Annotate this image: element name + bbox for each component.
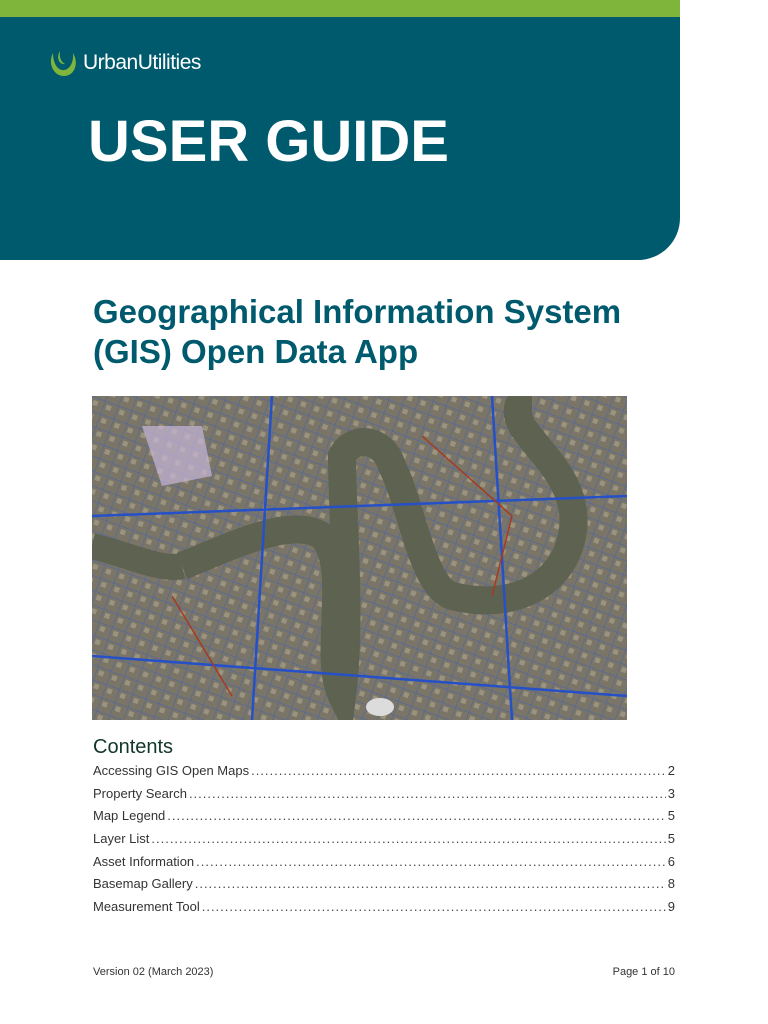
toc-entry-page: 8 xyxy=(667,876,675,892)
toc-entry[interactable]: Asset Information 6 xyxy=(93,850,675,873)
toc-entry-page: 5 xyxy=(667,808,675,824)
urban-utilities-logo: UrbanUtilities xyxy=(47,47,201,79)
toc-entry-page: 2 xyxy=(667,762,675,778)
toc-entry-page: 5 xyxy=(667,830,675,846)
toc-leader-dots xyxy=(195,876,666,891)
toc-entry-page: 6 xyxy=(667,853,675,869)
toc-entry-label[interactable]: Asset Information xyxy=(93,854,194,869)
toc-leader-dots xyxy=(167,808,665,823)
toc-leader-dots xyxy=(196,854,666,869)
header-title: USER GUIDE xyxy=(88,109,449,174)
contents-heading: Contents xyxy=(93,736,174,758)
logo-text-bold: Urban xyxy=(83,51,138,74)
toc-entry-page: 3 xyxy=(667,785,675,801)
toc-entry-label[interactable]: Measurement Tool xyxy=(93,899,200,914)
table-of-contents: Accessing GIS Open Maps 2 Property Search 3… xyxy=(93,759,675,918)
accent-strip xyxy=(0,0,680,17)
toc-leader-dots xyxy=(151,831,665,846)
title-line-1: Geographical Information System xyxy=(93,293,622,330)
toc-entry-label[interactable]: Accessing GIS Open Maps xyxy=(93,763,249,778)
toc-entry-label[interactable]: Layer List xyxy=(93,831,149,846)
toc-entry-label[interactable]: Map Legend xyxy=(93,808,165,823)
logo-text-light: Utilities xyxy=(137,51,202,74)
toc-leader-dots xyxy=(189,786,666,801)
document-title: Geographical Information System (GIS) Op… xyxy=(93,292,621,372)
toc-entry-label[interactable]: Property Search xyxy=(93,786,187,801)
toc-entry[interactable]: Layer List 5 xyxy=(93,827,675,850)
header-band: UrbanUtilities USER GUIDE xyxy=(0,0,680,260)
toc-entry-page: 9 xyxy=(667,898,675,914)
toc-entry[interactable]: Measurement Tool 9 xyxy=(93,895,675,918)
title-line-2: (GIS) Open Data App xyxy=(93,333,419,370)
toc-leader-dots xyxy=(202,899,666,914)
gis-map-image xyxy=(92,396,627,720)
version-label: Version 02 (March 2023) xyxy=(93,966,214,978)
toc-entry[interactable]: Basemap Gallery 8 xyxy=(93,872,675,895)
toc-leader-dots xyxy=(251,763,666,778)
logo-swirl-icon xyxy=(50,51,76,77)
toc-entry[interactable]: Accessing GIS Open Maps 2 xyxy=(93,759,675,782)
toc-entry-label[interactable]: Basemap Gallery xyxy=(93,876,193,891)
toc-entry[interactable]: Map Legend 5 xyxy=(93,804,675,827)
page-number: Page 1 of 10 xyxy=(612,966,675,978)
toc-entry[interactable]: Property Search 3 xyxy=(93,782,675,805)
